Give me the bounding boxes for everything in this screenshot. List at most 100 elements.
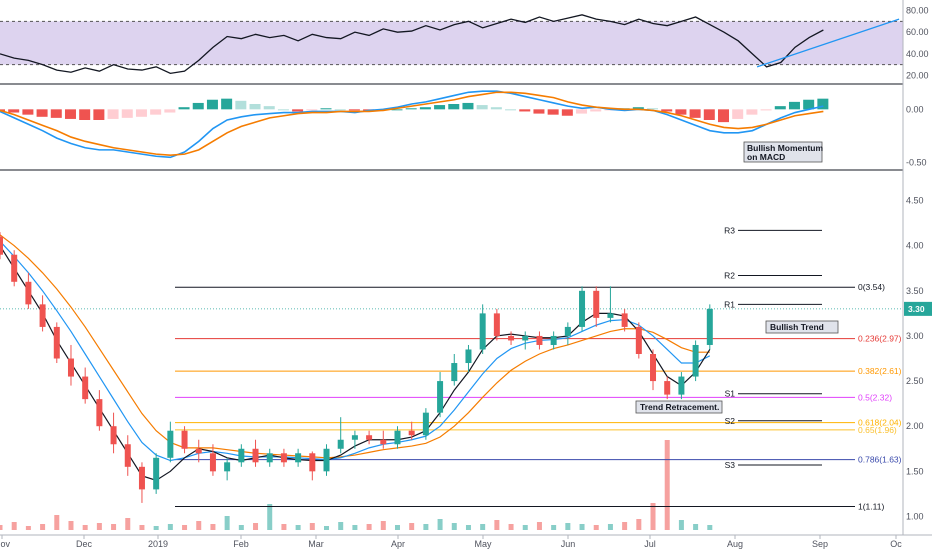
candle-body: [508, 335, 515, 341]
volume-bar: [465, 525, 471, 530]
volume-bar: [480, 524, 486, 530]
candle-body: [181, 430, 188, 449]
x-tick-label: Jun: [561, 539, 576, 549]
macd-histogram-bar: [135, 109, 147, 117]
macd-histogram-bar: [476, 105, 488, 110]
volume-bar: [579, 524, 585, 530]
fib-level-label: 1(1.11): [858, 502, 884, 512]
candle-body: [408, 430, 415, 436]
trading-chart[interactable]: 80.0060.0040.0020.00 0.00-0.50Bullish Mo…: [0, 0, 932, 550]
rsi-band: [0, 21, 903, 65]
candle-body: [67, 358, 74, 377]
volume-bar: [678, 520, 684, 530]
candle-body: [394, 430, 401, 445]
candle-body: [110, 426, 117, 445]
x-tick-label: Apr: [391, 539, 405, 549]
volume-bar: [324, 526, 330, 530]
volume-bar: [636, 519, 642, 530]
candle-body: [82, 376, 89, 400]
macd-histogram-bar: [235, 100, 247, 110]
macd-histogram-bar: [774, 106, 786, 110]
volume-bar: [607, 524, 613, 530]
price-tick-label: 4.00: [906, 241, 924, 251]
candle-body: [465, 349, 472, 364]
trend-retracement-label: Trend Retracement.: [640, 402, 719, 412]
x-tick-label: Feb: [233, 539, 249, 549]
macd-histogram-bar: [320, 108, 332, 110]
candle-body: [650, 354, 657, 382]
candle-body: [0, 236, 3, 255]
macd-histogram-bar: [93, 109, 105, 120]
volume-bar: [551, 525, 557, 530]
volume-bar: [522, 525, 528, 530]
macd-tick-label: 0.00: [906, 104, 924, 114]
rsi-tick-label: 20.00: [906, 71, 929, 81]
macd-histogram-bar: [164, 109, 176, 113]
volume-bar: [281, 524, 287, 530]
macd-histogram-bar: [263, 106, 275, 110]
volume-bar: [707, 525, 713, 530]
candle-body: [366, 435, 373, 440]
candle-body: [706, 308, 713, 345]
macd-histogram-bar: [590, 109, 602, 112]
candle-body: [607, 313, 614, 318]
x-tick-label: Aug: [727, 539, 743, 549]
x-tick-label: Jul: [644, 539, 656, 549]
pivot-label: R2: [724, 270, 735, 280]
volume-bar: [423, 524, 429, 530]
axes: Nov Dec 2019 Feb Mar Apr May Jun Jul Aug Sep Oc: [0, 0, 932, 549]
volume-bar: [622, 522, 628, 530]
macd-histogram-bar: [249, 104, 261, 110]
fib-level-label: 0.382(2.61): [858, 366, 902, 376]
candle-body: [309, 453, 316, 472]
candle-body: [593, 290, 600, 318]
volume-bar: [295, 525, 301, 530]
candle-body: [564, 326, 571, 336]
macd-histogram-bar: [192, 102, 204, 110]
volume-bar: [380, 521, 386, 530]
pivot-label: R3: [724, 225, 735, 235]
candle-body: [451, 363, 458, 382]
macd-histogram-bar: [703, 109, 715, 120]
macd-histogram-bar: [277, 109, 289, 111]
volume-bar: [565, 523, 571, 530]
volume-bar: [182, 525, 188, 530]
candle-body: [621, 313, 628, 327]
volume-bar: [25, 526, 31, 530]
macd-histogram-bar: [121, 109, 133, 118]
volume-bar: [40, 524, 46, 530]
x-tick-label: Nov: [0, 539, 10, 549]
volume-bar: [153, 526, 159, 530]
volume-bar: [664, 440, 670, 530]
price-tick-label: 3.50: [906, 286, 924, 296]
price-tick-label: 3.00: [906, 331, 924, 341]
macd-histogram-bar: [79, 109, 91, 120]
x-tick-label: 2019: [148, 539, 168, 549]
volume-bar: [451, 523, 457, 530]
candle-body: [579, 290, 586, 327]
volume-bar: [338, 522, 344, 530]
macd-histogram-bar: [206, 99, 218, 110]
pivot-label: S2: [725, 416, 736, 426]
volume-bar: [68, 521, 74, 530]
rsi-tick-label: 80.00: [906, 6, 929, 16]
macd-histogram-bar: [434, 105, 446, 110]
candle-body: [295, 453, 302, 463]
volume-bar: [82, 525, 88, 530]
macd-signal-line: [0, 91, 824, 157]
volume-bar: [111, 524, 117, 530]
candle-body: [167, 430, 174, 458]
volume-bar: [366, 524, 372, 530]
candle-body: [536, 335, 543, 345]
volume-bar: [693, 524, 699, 530]
macd-histogram-bar: [561, 109, 573, 116]
pivot-label: S1: [725, 389, 736, 399]
price-tick-label: 2.50: [906, 376, 924, 386]
macd-histogram-bar: [419, 107, 431, 110]
price-tick-label: 4.50: [906, 196, 924, 206]
macd-histogram-bar: [292, 109, 304, 112]
macd-histogram-bar: [107, 109, 119, 119]
volume-bar: [167, 524, 173, 530]
macd-histogram-bar: [732, 109, 744, 119]
candle-body: [351, 435, 358, 440]
